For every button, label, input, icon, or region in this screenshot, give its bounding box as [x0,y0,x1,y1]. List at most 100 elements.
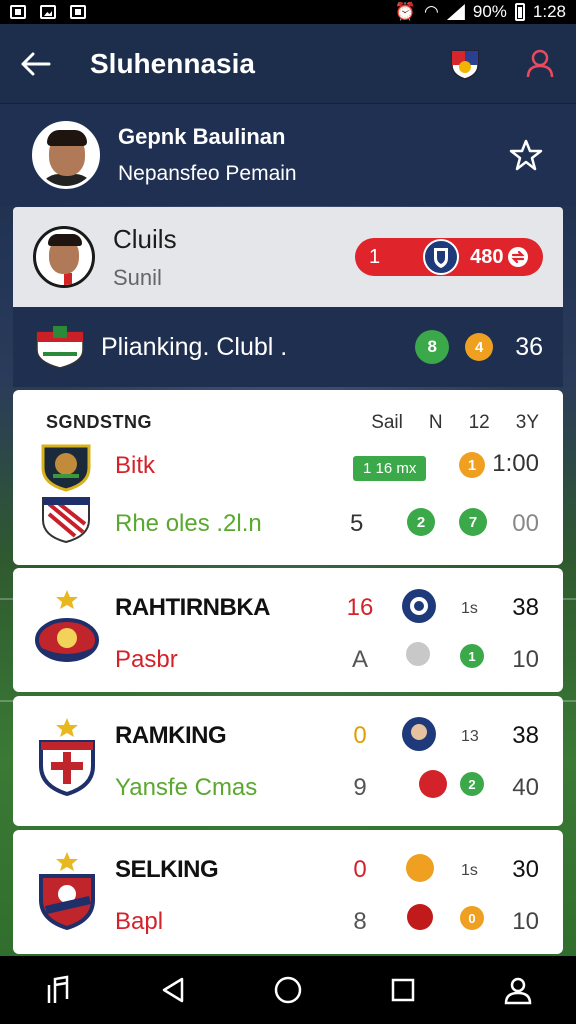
score-pill[interactable]: 1 480 [355,238,543,276]
recent-apps-icon [391,978,415,1002]
star-icon [509,139,543,171]
column-header: 3Y [515,412,539,433]
stat-value: 1:00 [492,450,539,477]
club-subtitle: Sunil [113,264,162,290]
player-profile-header: Gepnk Baulinan Nepansfeo Pemain [0,104,576,206]
home-icon [274,976,302,1004]
team-subtitle: Pasbr [115,646,178,673]
team-card[interactable]: RAHTIRNBKA Pasbr 16 A 1s 1 38 10 [13,568,563,692]
clock: 1:28 [532,2,566,21]
signal-icon [447,4,465,20]
stat-value: 00 [512,510,539,537]
gallery-icon [40,5,56,19]
team-card[interactable]: SELKING Bapl 0 8 1s 0 30 10 [13,830,563,954]
stat-small: 13 [461,728,479,745]
status-bar: ⏰ ◠ 90% 1:28 [0,0,576,24]
app-bar: Sluhennasia [0,24,576,104]
club-card[interactable]: Cluils Sunil 1 480 [13,207,563,307]
stat-badge: 7 [459,508,487,536]
ranking-club-bar[interactable]: Plianking. Clubl . 8 4 36 [13,307,563,387]
table-row[interactable]: Rhe oles .2l.n 5 2 7 00 [13,496,563,552]
profile-button[interactable] [522,46,558,82]
team-name: Bitk [115,452,156,479]
team-crest-icon [39,718,95,796]
player-name: Gepnk Baulinan [118,124,286,149]
stat-value: 10 [512,908,539,935]
account-button[interactable] [498,970,538,1010]
music-button[interactable] [38,970,78,1010]
status-dot [419,770,447,798]
stat-value: 0 [353,856,367,883]
alarm-icon: ⏰ [394,2,417,21]
club-player-avatar [33,226,95,288]
wifi-icon: ◠ [424,2,439,21]
stat-badge: 0 [460,906,484,930]
stat-value: 9 [353,774,367,801]
club-flag-crest-icon [36,326,84,369]
team-subtitle: Bapl [115,908,164,935]
back-button[interactable] [18,46,54,82]
ranking-value: 36 [515,332,543,361]
stat-value: A [351,646,368,673]
stat-value: 8 [353,908,367,935]
column-header: N [428,412,443,433]
stat-value: 38 [512,594,539,621]
stat-value: 30 [512,856,539,883]
stat-badge: 1 [459,452,485,478]
back-icon [162,977,184,1003]
favorite-button[interactable] [508,137,544,173]
account-icon [505,977,532,1005]
music-icon [47,975,68,1003]
table-row[interactable]: Bitk 1 16 mx 1 1:00 [13,440,563,496]
app-notification-icon [70,5,86,19]
back-arrow-icon [21,52,51,75]
player-subtitle: Nepansfeo Pemain [118,162,297,185]
system-nav-bar [0,956,576,1024]
stat-small: 1s [461,600,478,617]
status-dot [406,642,430,666]
stat-badge: 1 [460,644,484,668]
team-card[interactable]: RAMKING Yansfe Cmas 0 9 13 2 38 40 [13,696,563,826]
app-title: Sluhennasia [90,47,255,79]
ranking-badge-green: 8 [415,330,450,364]
team-name: Rhe oles .2l.n [115,510,262,537]
ranking-badge-orange: 4 [465,333,494,361]
battery-percent: 90% [472,2,507,21]
team-crest-icon [35,590,99,662]
profile-icon [526,49,554,77]
team-subtitle: Yansfe Cmas [115,774,258,801]
score-right: 480 [470,245,504,268]
club-title: Cluils [113,223,177,254]
status-dot [407,904,433,930]
club-crest-icon[interactable] [448,47,482,81]
standings-card: SGNDSTNG Sail N 12 3Y Bitk 1 16 mx 1 1:0… [13,390,563,565]
score-left: 1 [369,245,381,268]
status-dot [406,854,434,882]
stat-pill: 1 16 mx [353,456,427,481]
team-crest-icon [42,497,90,544]
team-name: SELKING [115,856,219,883]
player-avatar[interactable] [32,121,100,189]
club-crest-icon [423,239,460,275]
column-header: Sail [371,412,403,433]
team-name: RAMKING [115,722,227,749]
stat-value: 38 [512,722,539,749]
player-face-icon [402,717,436,751]
home-button[interactable] [268,970,308,1010]
recent-apps-button[interactable] [383,970,423,1010]
team-crest-icon [41,444,91,492]
back-nav-button[interactable] [153,970,193,1010]
standings-header: SGNDSTNG [46,412,153,432]
team-name: RAHTIRNBKA [115,594,270,621]
stat-value: 5 [350,510,364,537]
team-crest-icon [39,852,95,930]
battery-icon [514,3,525,21]
stat-value: 16 [346,594,374,621]
stat-small: 1s [461,862,478,879]
standings-columns: Sail N 12 3Y [371,412,539,434]
stat-badge: 2 [460,772,484,796]
stat-value: 40 [512,774,539,801]
column-header: 12 [468,412,490,433]
team-logo-icon [402,589,436,623]
swap-icon [508,247,528,267]
